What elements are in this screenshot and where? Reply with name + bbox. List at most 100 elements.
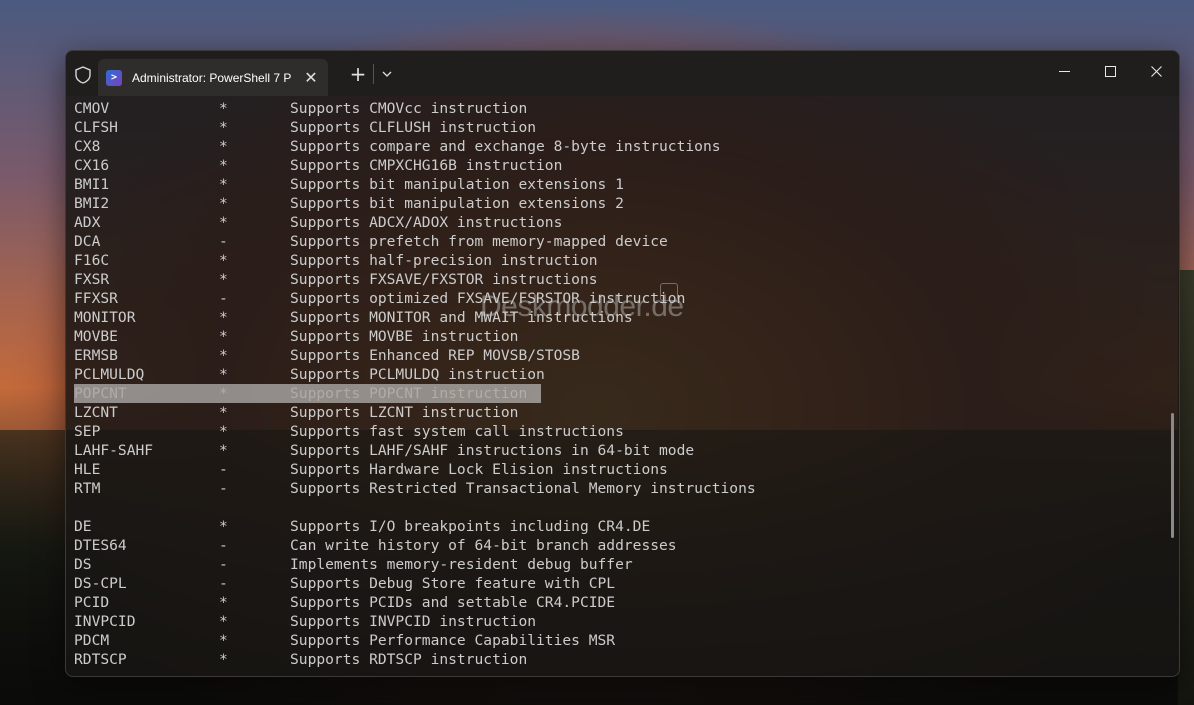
feature-description: Supports MOVBE instruction	[290, 328, 519, 345]
feature-flag: *	[219, 442, 228, 459]
close-window-button[interactable]	[1133, 51, 1179, 91]
maximize-button[interactable]	[1087, 51, 1133, 91]
new-tab-button[interactable]: +	[347, 61, 369, 87]
powershell-icon: >	[106, 69, 122, 86]
feature-name: LAHF-SAHF	[74, 442, 154, 459]
feature-description: Implements memory-resident debug buffer	[290, 556, 633, 573]
feature-description: Supports POPCNT instruction	[290, 385, 528, 402]
feature-flag: -	[219, 537, 228, 554]
feature-flag: *	[219, 632, 228, 649]
feature-name: BMI1	[74, 176, 110, 193]
feature-name: F16C	[74, 252, 110, 269]
feature-flag: -	[219, 556, 228, 573]
feature-description: Can write history of 64-bit branch addre…	[290, 537, 677, 554]
feature-flag: -	[219, 233, 228, 250]
feature-flag: *	[219, 366, 228, 383]
feature-flag: *	[219, 518, 228, 535]
feature-name: FXSR	[74, 271, 110, 288]
feature-description: Supports Hardware Lock Elision instructi…	[290, 461, 668, 478]
feature-description: Supports bit manipulation extensions 1	[290, 176, 624, 193]
title-bar[interactable]: > Administrator: PowerShell 7 P ✕ +	[66, 51, 1179, 96]
feature-description: Supports Enhanced REP MOVSB/STOSB	[290, 347, 580, 364]
feature-name: BMI2	[74, 195, 110, 212]
feature-name: PDCM	[74, 632, 110, 649]
feature-description: Supports CLFLUSH instruction	[290, 119, 537, 136]
feature-name: DS	[74, 556, 92, 573]
feature-flag: *	[219, 176, 228, 193]
feature-name: POPCNT	[74, 385, 127, 402]
dropdown-button[interactable]	[377, 61, 397, 87]
feature-flag: *	[219, 252, 228, 269]
feature-flag: *	[219, 214, 228, 231]
feature-name: FFXSR	[74, 290, 118, 307]
feature-name: MONITOR	[74, 309, 136, 326]
feature-name: CX8	[74, 138, 101, 155]
feature-flag: -	[219, 461, 228, 478]
feature-name: DTES64	[74, 537, 127, 554]
watermark-logo	[660, 283, 678, 301]
feature-description: Supports half-precision instruction	[290, 252, 598, 269]
feature-flag: *	[219, 594, 228, 611]
feature-description: Supports RDTSCP instruction	[290, 651, 528, 668]
feature-description: Supports CMPXCHG16B instruction	[290, 157, 563, 174]
feature-name: PCLMULDQ	[74, 366, 145, 383]
feature-description: Supports Restricted Transactional Memory…	[290, 480, 756, 497]
feature-name: CX16	[74, 157, 110, 174]
feature-flag: *	[219, 404, 228, 421]
feature-flag: *	[219, 651, 228, 668]
desktop-wallpaper-edge	[1178, 270, 1194, 705]
feature-flag: *	[219, 423, 228, 440]
scrollbar-thumb[interactable]	[1171, 413, 1174, 538]
feature-name: MOVBE	[74, 328, 118, 345]
feature-flag: *	[219, 309, 228, 326]
chevron-down-icon	[382, 71, 392, 77]
feature-description: Supports LZCNT instruction	[290, 404, 519, 421]
feature-description: Supports Performance Capabilities MSR	[290, 632, 616, 649]
feature-flag: *	[219, 138, 228, 155]
feature-name: SEP	[74, 423, 101, 440]
terminal-output[interactable]: CMOV * Supports CMOVcc instruction CLFSH * Su…	[66, 96, 1166, 676]
feature-flag: -	[219, 480, 228, 497]
tab-title: Administrator: PowerShell 7 P	[132, 70, 292, 85]
feature-name: RDTSCP	[74, 651, 127, 668]
feature-description: Supports bit manipulation extensions 2	[290, 195, 624, 212]
feature-name: DS-CPL	[74, 575, 127, 592]
feature-flag: -	[219, 575, 228, 592]
feature-name: CMOV	[74, 100, 110, 117]
feature-name: CLFSH	[74, 119, 118, 136]
feature-name: HLE	[74, 461, 101, 478]
shield-icon	[75, 66, 91, 84]
feature-flag: *	[219, 328, 228, 345]
feature-name: PCID	[74, 594, 110, 611]
close-icon	[1150, 65, 1162, 77]
feature-flag: *	[219, 613, 228, 630]
feature-description: Supports FXSAVE/FXSTOR instructions	[290, 271, 598, 288]
terminal-row: POPCNT * Supports POPCNT instruction	[74, 384, 541, 403]
minimize-icon	[1058, 70, 1070, 72]
feature-name: LZCNT	[74, 404, 118, 421]
feature-description: Supports INVPCID instruction	[290, 613, 537, 630]
feature-flag: *	[219, 195, 228, 212]
feature-description: Supports prefetch from memory-mapped dev…	[290, 233, 668, 250]
feature-name: DCA	[74, 233, 101, 250]
feature-name: DE	[74, 518, 92, 535]
feature-description: Supports CMOVcc instruction	[290, 100, 528, 117]
watermark-text: Deskmodder.de	[480, 290, 684, 323]
feature-flag: *	[219, 157, 228, 174]
maximize-icon	[1104, 65, 1116, 77]
terminal-window: > Administrator: PowerShell 7 P ✕ + CMOV…	[65, 50, 1180, 677]
feature-name: ERMSB	[74, 347, 118, 364]
feature-flag: *	[219, 100, 228, 117]
toolbar-divider	[373, 64, 374, 84]
feature-name: RTM	[74, 480, 101, 497]
close-tab-icon[interactable]: ✕	[300, 67, 322, 89]
feature-description: Supports ADCX/ADOX instructions	[290, 214, 563, 231]
feature-flag: *	[219, 119, 228, 136]
feature-name: ADX	[74, 214, 101, 231]
feature-description: Supports Debug Store feature with CPL	[290, 575, 616, 592]
feature-flag: -	[219, 290, 228, 307]
tab-powershell[interactable]: > Administrator: PowerShell 7 P ✕	[98, 59, 328, 96]
feature-description: Supports fast system call instructions	[290, 423, 624, 440]
feature-flag: *	[219, 347, 228, 364]
minimize-button[interactable]	[1041, 51, 1087, 91]
